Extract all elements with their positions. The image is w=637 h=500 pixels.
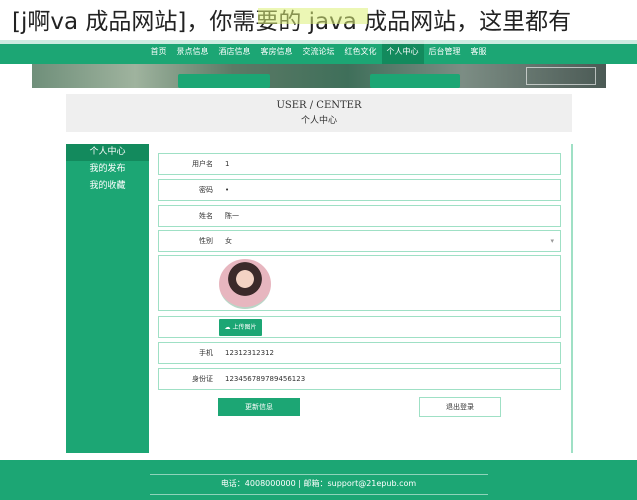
page-header: USER / CENTER 个人中心 xyxy=(66,94,572,132)
name-input[interactable]: 陈一 xyxy=(225,206,239,226)
banner-button[interactable] xyxy=(370,74,460,88)
upload-image-button[interactable]: ☁ 上传图片 xyxy=(219,319,262,336)
gender-label: 性别 xyxy=(199,237,213,245)
logout-button[interactable]: 退出登录 xyxy=(419,397,501,417)
page-title-cn: 个人中心 xyxy=(300,116,337,126)
content-divider xyxy=(571,144,573,453)
id-card-label: 身份证 xyxy=(192,375,213,383)
chevron-down-icon[interactable]: ▾ xyxy=(550,231,554,251)
name-label: 姓名 xyxy=(199,212,213,220)
footer-divider xyxy=(150,474,488,475)
phone-input[interactable]: 12312312312 xyxy=(225,343,274,363)
upload-image-label: 上传图片 xyxy=(232,324,257,331)
username-input[interactable]: 1 xyxy=(225,154,229,174)
gender-value[interactable]: 女 xyxy=(225,231,232,251)
id-card-input[interactable]: 123456789789456123 xyxy=(225,369,305,389)
sidebar-item-user-center[interactable]: 个人中心 xyxy=(66,144,149,161)
sidebar-item-my-favorites[interactable]: 我的收藏 xyxy=(66,178,149,195)
banner-image xyxy=(32,64,606,88)
page-title-en: USER / CENTER xyxy=(276,100,362,111)
avatar xyxy=(219,259,271,309)
username-field[interactable]: 用户名 1 xyxy=(158,153,561,175)
cloud-upload-icon: ☁ xyxy=(224,324,231,331)
username-label: 用户名 xyxy=(192,160,213,168)
id-card-field[interactable]: 身份证 123456789789456123 xyxy=(158,368,561,390)
footer: 电话：4008000000 | 邮箱：support@21epub.com xyxy=(0,460,637,500)
footer-contact: 电话：4008000000 | 邮箱：support@21epub.com xyxy=(220,479,417,488)
sidebar-item-my-posts[interactable]: 我的发布 xyxy=(66,161,149,178)
banner-logo-icon xyxy=(526,67,596,85)
phone-field[interactable]: 手机 12312312312 xyxy=(158,342,561,364)
phone-label: 手机 xyxy=(199,349,213,357)
banner-button[interactable] xyxy=(178,74,270,88)
password-input[interactable]: • xyxy=(225,180,229,200)
gender-select[interactable]: 性别 女 ▾ xyxy=(158,230,561,252)
upload-section: ☁ 上传图片 xyxy=(158,316,561,338)
site-brand-faint xyxy=(258,8,368,24)
password-field[interactable]: 密码 • xyxy=(158,179,561,201)
avatar-section xyxy=(158,255,561,311)
update-info-button[interactable]: 更新信息 xyxy=(218,398,300,416)
name-field[interactable]: 姓名 陈一 xyxy=(158,205,561,227)
sidebar: 个人中心 我的发布 我的收藏 xyxy=(66,144,149,453)
password-label: 密码 xyxy=(199,186,213,194)
footer-divider xyxy=(150,494,488,495)
